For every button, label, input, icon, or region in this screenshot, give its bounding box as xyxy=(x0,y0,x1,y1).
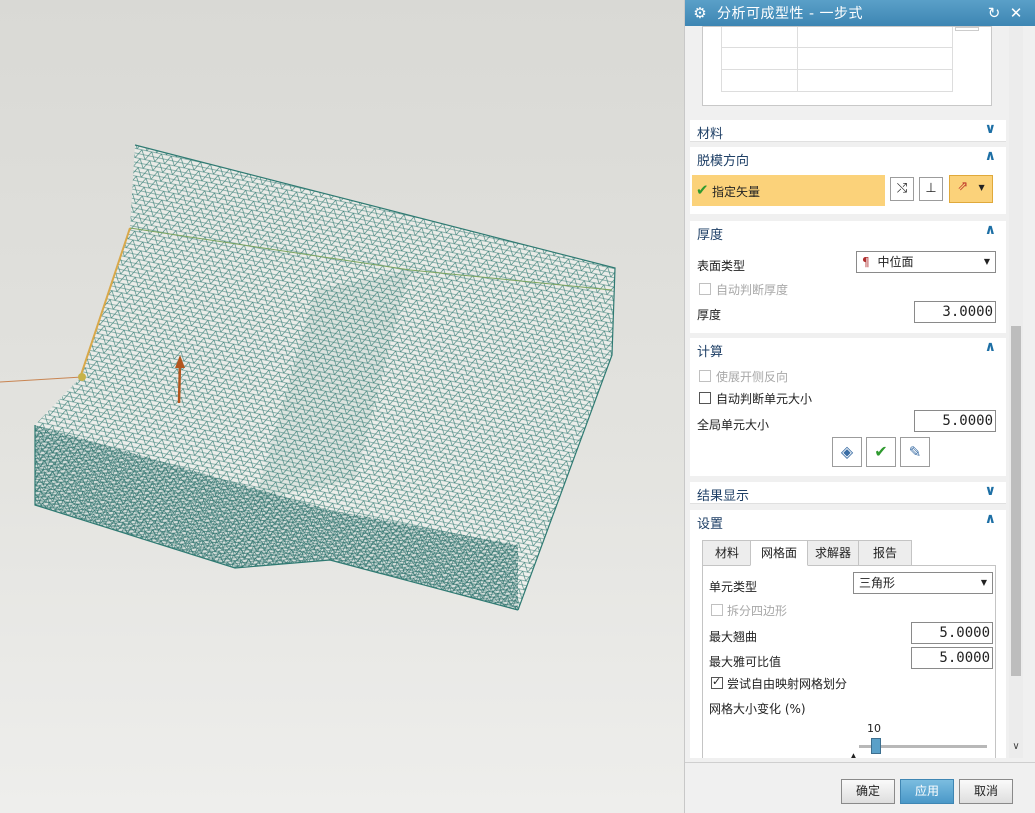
section-compute-header[interactable]: 计算 ∧ xyxy=(690,338,1006,360)
free-mapping-checkbox[interactable] xyxy=(711,675,723,689)
chevron-down-icon[interactable]: ∨ xyxy=(985,483,996,499)
surface-type-select[interactable]: ¶ 中位面 ▼ xyxy=(856,251,996,273)
gear-icon[interactable]: ⚙ xyxy=(691,4,709,22)
auto-thickness-checkbox[interactable] xyxy=(699,283,711,295)
origin-point xyxy=(78,373,86,381)
reverse-direction-button[interactable]: ⤭ xyxy=(890,177,914,201)
tab-report[interactable]: 报告 xyxy=(858,540,912,566)
cancel-button[interactable]: 取消 xyxy=(959,779,1013,804)
apply-button[interactable]: 应用 xyxy=(900,779,954,804)
mid-surface-icon: ¶ xyxy=(862,255,870,269)
thickness-body: 表面类型 ¶ 中位面 ▼ 自动判断厚度 厚度 3.0000 xyxy=(690,243,1006,333)
tab-mesh[interactable]: 网格面 xyxy=(750,540,808,566)
specify-vector-row[interactable]: ✔ 指定矢量 xyxy=(692,175,885,206)
chevron-down-icon: ▼ xyxy=(978,183,985,192)
direction-arrow xyxy=(177,361,182,404)
mesh-button[interactable]: ◈ xyxy=(832,437,862,467)
chevron-down-icon[interactable]: ∨ xyxy=(985,121,996,137)
dialog-title: 分析可成型性 - 一步式 xyxy=(717,6,863,22)
slider-min-marker-icon: ▲ xyxy=(850,752,857,758)
scroll-down-icon[interactable]: ∨ xyxy=(1011,741,1021,753)
max-warp-input[interactable]: 5.0000 xyxy=(911,622,993,644)
report-button[interactable]: ✎ xyxy=(900,437,930,467)
ok-button[interactable]: 确定 xyxy=(841,779,895,804)
list-area xyxy=(690,26,1006,118)
dialog-scrollbar[interactable]: ∨ xyxy=(1009,26,1023,758)
flip-side-checkbox[interactable] xyxy=(699,370,711,382)
list-table xyxy=(702,26,992,106)
dialog-scroll-area[interactable]: 材料 ∨ 脱模方向 ∧ ✔ 指定矢量 ⤭ ⊥ ⇗ ▼ 厚度 ∧ 表面类型 ¶ 中… xyxy=(690,26,1006,758)
thickness-input[interactable]: 3.0000 xyxy=(914,301,996,323)
chevron-up-icon[interactable]: ∧ xyxy=(985,148,996,164)
section-thickness-header[interactable]: 厚度 ∧ xyxy=(690,221,1006,243)
mesh-variation-value: 10 xyxy=(867,722,881,735)
chevron-up-icon[interactable]: ∧ xyxy=(985,511,996,527)
draw-direction-body: ✔ 指定矢量 ⤭ ⊥ ⇗ ▼ xyxy=(690,169,1006,214)
tab-solver[interactable]: 求解器 xyxy=(806,540,860,566)
check-mesh-button[interactable]: ✔ xyxy=(866,437,896,467)
close-icon[interactable]: ✕ xyxy=(1007,4,1025,22)
max-jacobian-input[interactable]: 5.0000 xyxy=(911,647,993,669)
reset-icon[interactable]: ↻ xyxy=(985,4,1003,22)
analyze-formability-dialog: ⚙ 分析可成型性 - 一步式 ↻ ✕ 材料 ∨ 脱模方向 ∧ ✔ 指定矢量 ⤭ … xyxy=(684,0,1035,813)
section-draw-direction-header[interactable]: 脱模方向 ∧ xyxy=(690,147,1006,169)
chevron-down-icon: ▼ xyxy=(983,257,990,266)
chevron-up-icon[interactable]: ∧ xyxy=(985,339,996,355)
dialog-titlebar[interactable]: ⚙ 分析可成型性 - 一步式 ↻ ✕ xyxy=(685,0,1035,26)
check-icon: ✔ xyxy=(696,181,709,199)
section-material-header[interactable]: 材料 ∨ xyxy=(690,120,1006,142)
element-type-select[interactable]: 三角形 ▼ xyxy=(853,572,993,594)
section-settings-header[interactable]: 设置 ∧ xyxy=(690,510,1006,532)
global-element-size-input[interactable]: 5.0000 xyxy=(914,410,996,432)
vector-type-dropdown[interactable]: ⇗ ▼ xyxy=(949,175,993,203)
mesh-tab-content: 单元类型 三角形 ▼ 拆分四边形 最大翘曲 5.0000 最大雅可比值 5.00… xyxy=(702,565,996,758)
mesh-variation-slider-thumb[interactable] xyxy=(871,738,881,754)
chevron-up-icon[interactable]: ∧ xyxy=(985,222,996,238)
tab-material[interactable]: 材料 xyxy=(702,540,752,566)
scrollbar-thumb[interactable] xyxy=(1011,326,1021,676)
chevron-down-icon: ▼ xyxy=(980,578,987,587)
section-results-header[interactable]: 结果显示 ∨ xyxy=(690,482,1006,504)
compute-body: 使展开侧反向 自动判断单元大小 全局单元大小 5.0000 ◈ ✔ ✎ xyxy=(690,360,1006,476)
split-quad-checkbox[interactable] xyxy=(711,604,723,616)
auto-element-size-checkbox[interactable] xyxy=(699,392,711,404)
settings-body: 材料 网格面 求解器 报告 单元类型 三角形 ▼ 拆分四边形 最大翘曲 5.00… xyxy=(690,532,1006,758)
vector-arrow-icon: ⇗ xyxy=(957,179,969,194)
mesh-model xyxy=(0,144,616,611)
graphics-viewport[interactable] xyxy=(0,0,684,813)
vector-dialog-button[interactable]: ⊥ xyxy=(919,177,943,201)
